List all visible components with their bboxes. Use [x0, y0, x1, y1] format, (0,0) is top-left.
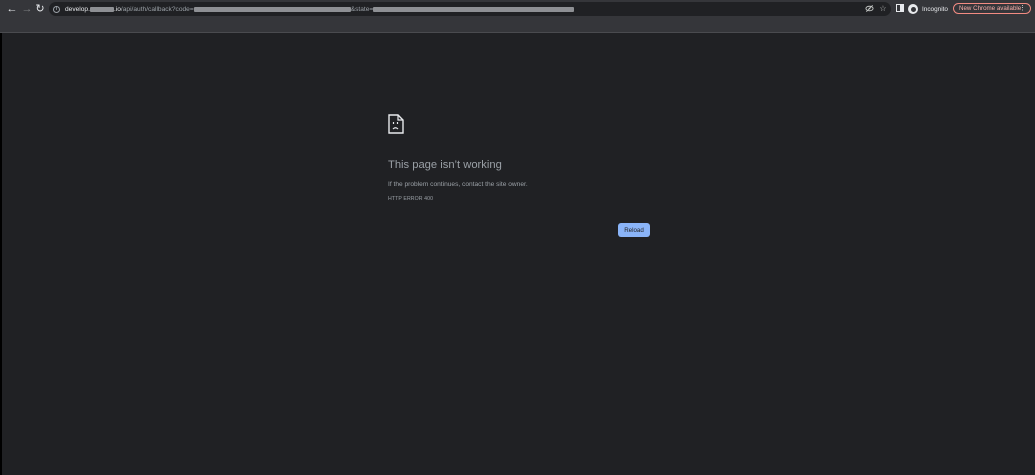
eye-off-icon: [864, 4, 874, 12]
update-label: New Chrome available: [959, 5, 1022, 12]
url-path: /api/auth/callback?code=: [120, 5, 194, 13]
new-chrome-available-button[interactable]: New Chrome available ⋮: [953, 3, 1031, 14]
browser-toolbar: ← → ↻ i develop. .io /api/auth/callback?…: [0, 0, 1035, 19]
star-icon: ☆: [879, 3, 887, 13]
url-host-prefix: develop.: [65, 5, 90, 13]
back-arrow-icon: ←: [6, 3, 18, 15]
error-description: If the problem continues, contact the si…: [388, 181, 528, 188]
bookmarks-bar: [0, 18, 1035, 33]
tracking-protection-button[interactable]: [863, 2, 875, 14]
forward-arrow-icon: →: [21, 3, 33, 15]
window-left-edge: [0, 0, 2, 475]
redacted-code-param: [193, 6, 351, 12]
reload-button[interactable]: Reload: [618, 223, 650, 237]
incognito-icon: [908, 4, 918, 14]
url-state-param: &state=: [350, 5, 374, 13]
bookmark-button[interactable]: ☆: [877, 2, 889, 14]
side-panel-button[interactable]: [894, 2, 906, 14]
incognito-profile[interactable]: Incognito: [908, 3, 948, 15]
redacted-host: [89, 6, 114, 12]
error-code: HTTP ERROR 400: [388, 196, 434, 202]
back-button[interactable]: ←: [6, 3, 18, 15]
sad-page-icon: [388, 114, 404, 134]
url-host-suffix: .io: [113, 5, 121, 13]
address-bar[interactable]: i develop. .io /api/auth/callback?code= …: [49, 2, 891, 16]
site-info-icon[interactable]: i: [53, 5, 60, 13]
error-title: This page isn’t working: [388, 159, 502, 171]
forward-button[interactable]: →: [21, 3, 33, 15]
more-menu-icon[interactable]: ⋮: [1019, 4, 1026, 13]
reload-page-button[interactable]: ↻: [34, 3, 46, 15]
side-panel-icon: [896, 4, 904, 12]
redacted-state-param: [373, 6, 575, 12]
error-content: This page isn’t working If the problem c…: [388, 114, 650, 202]
reload-icon: ↻: [35, 3, 45, 15]
profile-label: Incognito: [922, 5, 948, 13]
